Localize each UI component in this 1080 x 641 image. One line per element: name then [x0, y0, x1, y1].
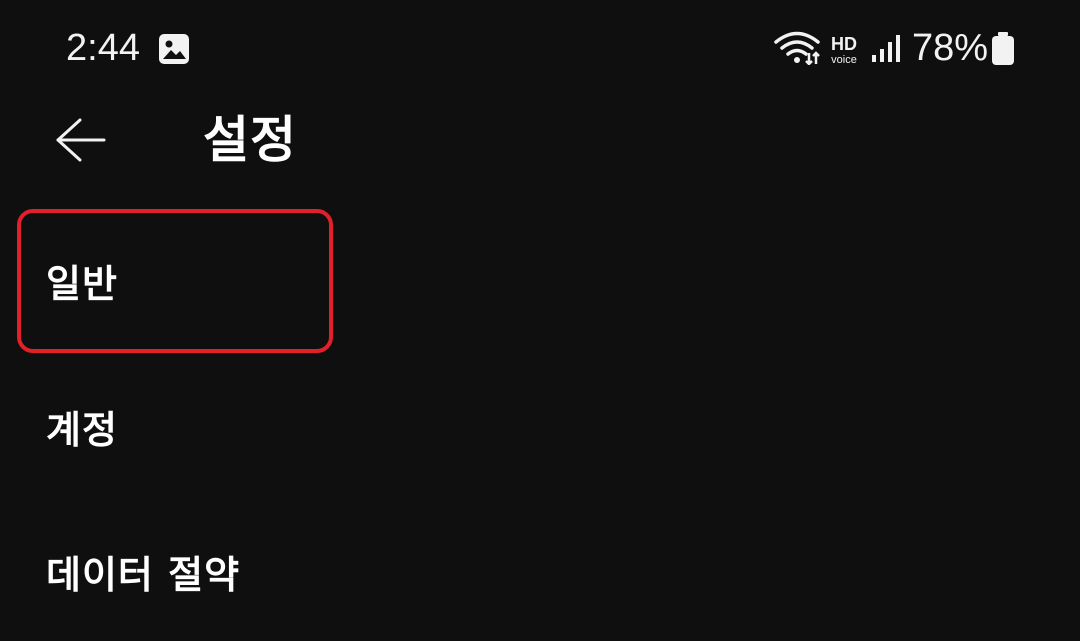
- menu-item-label: 계정: [46, 408, 118, 452]
- gallery-icon: [158, 33, 190, 65]
- battery-percent: 78%: [912, 27, 989, 69]
- back-button[interactable]: [40, 100, 120, 180]
- hd-voice-icon: HD voice: [826, 33, 862, 66]
- page-title: 설정: [203, 111, 297, 169]
- menu-item-account[interactable]: 계정: [0, 365, 1080, 495]
- voice-text: voice: [831, 54, 857, 65]
- menu-item-label: 데이터 절약: [46, 553, 241, 597]
- menu-item-data-saver[interactable]: 데이터 절약: [0, 508, 1080, 638]
- signal-icon: [870, 33, 902, 63]
- menu-item-label: 일반: [46, 262, 118, 306]
- hd-text: HD: [831, 34, 857, 54]
- menu-item-general[interactable]: 일반: [0, 215, 1080, 345]
- status-time: 2:44: [66, 27, 140, 69]
- arrow-left-icon: [56, 118, 106, 162]
- wifi-icon: [773, 31, 821, 66]
- battery-icon: [990, 32, 1016, 66]
- status-bar: 2:44 HD voice 78%: [0, 0, 1080, 100]
